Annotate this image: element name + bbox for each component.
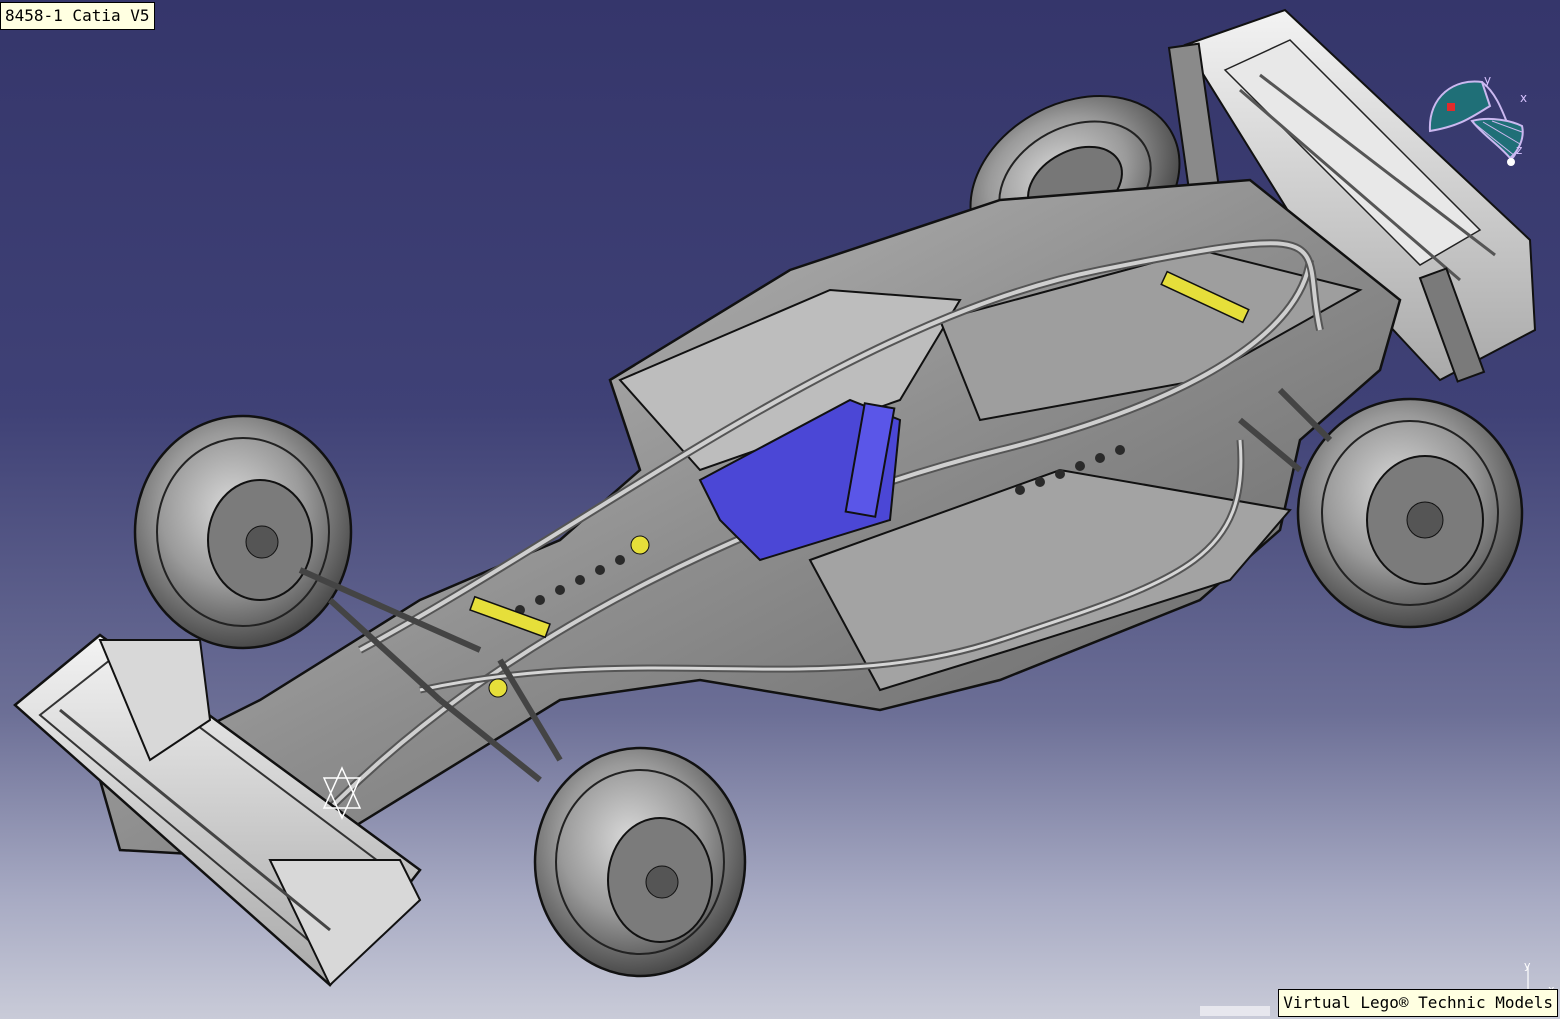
front-right-wheel[interactable]	[533, 746, 747, 978]
document-title-label: 8458-1 Catia V5	[0, 2, 155, 30]
3d-viewport[interactable]: y x z y x 8458-1 Catia V5 Virtual Lego® …	[0, 0, 1560, 1019]
compass-x-label: x	[1520, 91, 1527, 105]
formula-car-model[interactable]	[0, 0, 1560, 1019]
compass-icon[interactable]: y x z	[1420, 66, 1540, 176]
horizontal-scrollbar[interactable]	[1200, 1006, 1270, 1016]
compass-z-label: z	[1516, 143, 1522, 157]
rear-right-wheel[interactable]	[1296, 397, 1524, 629]
compass-y-label: y	[1484, 73, 1491, 87]
front-left-wheel[interactable]	[133, 414, 353, 650]
credit-label: Virtual Lego® Technic Models	[1278, 989, 1558, 1017]
mini-axis-y-label: y	[1524, 960, 1531, 972]
